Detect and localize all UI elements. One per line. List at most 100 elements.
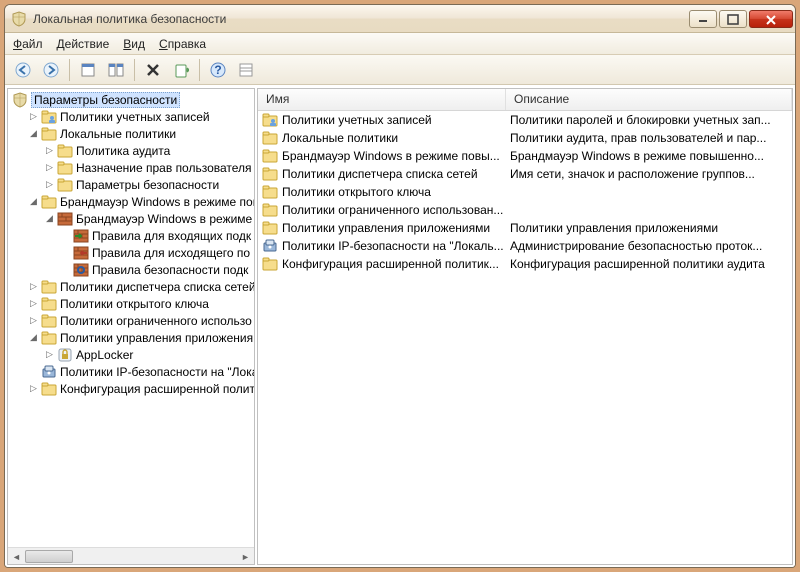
expander-icon[interactable]: ▷ — [44, 179, 55, 190]
tree-item[interactable]: ▷ Политики учетных записей — [8, 108, 254, 125]
expander-icon[interactable] — [60, 230, 71, 241]
close-button[interactable] — [749, 10, 793, 28]
list-row[interactable]: Политики диспетчера списка сетей Имя сет… — [258, 165, 792, 183]
folder-icon — [57, 143, 73, 159]
list-row[interactable]: Политики управления приложениями Политик… — [258, 219, 792, 237]
list-row[interactable]: Брандмауэр Windows в режиме повы... Бран… — [258, 147, 792, 165]
folder-icon — [262, 148, 278, 164]
expander-icon[interactable]: ◢ — [44, 213, 55, 224]
menu-action[interactable]: Действие — [57, 37, 110, 51]
tree-item[interactable]: ▷ Политики ограниченного использо — [8, 312, 254, 329]
tree-item-label: Правила для входящих подк — [92, 229, 251, 243]
expander-icon[interactable]: ◢ — [28, 128, 39, 139]
tree-item[interactable]: ▷ Конфигурация расширенной полит — [8, 380, 254, 397]
ipsec-icon — [41, 364, 57, 380]
export-button[interactable] — [169, 58, 193, 82]
folder-users-icon — [41, 109, 57, 125]
back-button[interactable] — [11, 58, 35, 82]
expander-icon[interactable]: ◢ — [28, 332, 39, 343]
tree-item[interactable]: ◢ Локальные политики — [8, 125, 254, 142]
folder-icon — [41, 296, 57, 312]
scroll-left-icon[interactable]: ◄ — [8, 548, 25, 565]
tree-item[interactable]: ◢ Брандмауэр Windows в режиме пов — [8, 193, 254, 210]
col-name[interactable]: Имя — [258, 89, 506, 110]
expander-icon[interactable]: ▷ — [44, 162, 55, 173]
expander-icon[interactable]: ▷ — [28, 315, 39, 326]
properties-button[interactable] — [234, 58, 258, 82]
expander-icon[interactable]: ▷ — [28, 298, 39, 309]
tree-item[interactable]: ▷ Политика аудита — [8, 142, 254, 159]
forward-button[interactable] — [39, 58, 63, 82]
menu-help[interactable]: Справка — [159, 37, 206, 51]
list-cell-name: Конфигурация расширенной политик... — [282, 257, 499, 271]
tree-item-label: Назначение прав пользователя — [76, 161, 252, 175]
tree-item-label: Политики диспетчера списка сетей — [60, 280, 254, 294]
scroll-right-icon[interactable]: ► — [237, 548, 254, 565]
tree-item[interactable]: Правила безопасности подк — [8, 261, 254, 278]
up-button[interactable] — [76, 58, 100, 82]
tree-item[interactable]: Правила для входящих подк — [8, 227, 254, 244]
shield-icon — [12, 92, 28, 108]
tree-root[interactable]: Параметры безопасности — [8, 91, 254, 108]
tree-item[interactable]: Правила для исходящего по — [8, 244, 254, 261]
separator — [199, 59, 200, 81]
expander-icon[interactable]: ▷ — [28, 281, 39, 292]
tree-hscrollbar[interactable]: ◄ ► — [8, 547, 254, 564]
help-button[interactable] — [206, 58, 230, 82]
folder-icon — [57, 160, 73, 176]
folder-icon — [262, 202, 278, 218]
minimize-button[interactable] — [689, 10, 717, 28]
expander-icon[interactable] — [28, 366, 39, 377]
tree-item[interactable]: ▷ Параметры безопасности — [8, 176, 254, 193]
tree-item[interactable]: ▷ Назначение прав пользователя — [8, 159, 254, 176]
expander-icon[interactable]: ▷ — [28, 383, 39, 394]
maximize-button[interactable] — [719, 10, 747, 28]
list-cell-desc: Брандмауэр Windows в режиме повышенно... — [506, 149, 792, 163]
list-row[interactable]: Политики учетных записей Политики пароле… — [258, 111, 792, 129]
tree-item[interactable]: ▷ Политики открытого ключа — [8, 295, 254, 312]
tree-root-label: Параметры безопасности — [31, 92, 180, 108]
titlebar[interactable]: Локальная политика безопасности — [5, 5, 795, 33]
tree-item[interactable]: ▷ AppLocker — [8, 346, 254, 363]
list-cell-name: Политики учетных записей — [282, 113, 432, 127]
list-row[interactable]: Локальные политики Политики аудита, прав… — [258, 129, 792, 147]
scroll-thumb[interactable] — [25, 550, 73, 563]
columns-button[interactable] — [104, 58, 128, 82]
list-row[interactable]: Политики ограниченного использован... — [258, 201, 792, 219]
separator — [134, 59, 135, 81]
folder-icon — [262, 130, 278, 146]
separator — [69, 59, 70, 81]
folder-icon — [41, 279, 57, 295]
expander-icon[interactable] — [60, 247, 71, 258]
list-row[interactable]: Политики открытого ключа — [258, 183, 792, 201]
delete-button[interactable] — [141, 58, 165, 82]
list-body[interactable]: Политики учетных записей Политики пароле… — [258, 111, 792, 564]
tree-item-label: Политики учетных записей — [60, 110, 210, 124]
menu-view[interactable]: Вид — [123, 37, 145, 51]
list-cell-desc: Политики паролей и блокировки учетных за… — [506, 113, 792, 127]
folder-icon — [262, 220, 278, 236]
tree-item-label: AppLocker — [76, 348, 133, 362]
app-icon — [11, 11, 27, 27]
folder-users-icon — [262, 112, 278, 128]
folder-icon — [57, 177, 73, 193]
expander-icon[interactable]: ▷ — [28, 111, 39, 122]
list-row[interactable]: Политики IP-безопасности на "Локаль... А… — [258, 237, 792, 255]
tree-item[interactable]: Политики IP-безопасности на "Лока — [8, 363, 254, 380]
list-row[interactable]: Конфигурация расширенной политик... Конф… — [258, 255, 792, 273]
expander-icon[interactable] — [60, 264, 71, 275]
list-cell-desc: Политики аудита, прав пользователей и па… — [506, 131, 792, 145]
list-cell-desc: Администрирование безопасностью проток..… — [506, 239, 792, 253]
tree-item-label: Политики ограниченного использо — [60, 314, 252, 328]
folder-icon — [41, 381, 57, 397]
expander-icon[interactable]: ◢ — [28, 196, 39, 207]
tree-body[interactable]: Параметры безопасности ▷ Политики учетны… — [8, 89, 254, 547]
expander-icon[interactable]: ▷ — [44, 349, 55, 360]
window-title: Локальная политика безопасности — [33, 12, 689, 26]
col-desc[interactable]: Описание — [506, 89, 792, 110]
tree-item[interactable]: ◢ Брандмауэр Windows в режиме — [8, 210, 254, 227]
tree-item[interactable]: ◢ Политики управления приложения — [8, 329, 254, 346]
tree-item[interactable]: ▷ Политики диспетчера списка сетей — [8, 278, 254, 295]
expander-icon[interactable]: ▷ — [44, 145, 55, 156]
menu-file[interactable]: ФФайлайл — [13, 37, 43, 51]
